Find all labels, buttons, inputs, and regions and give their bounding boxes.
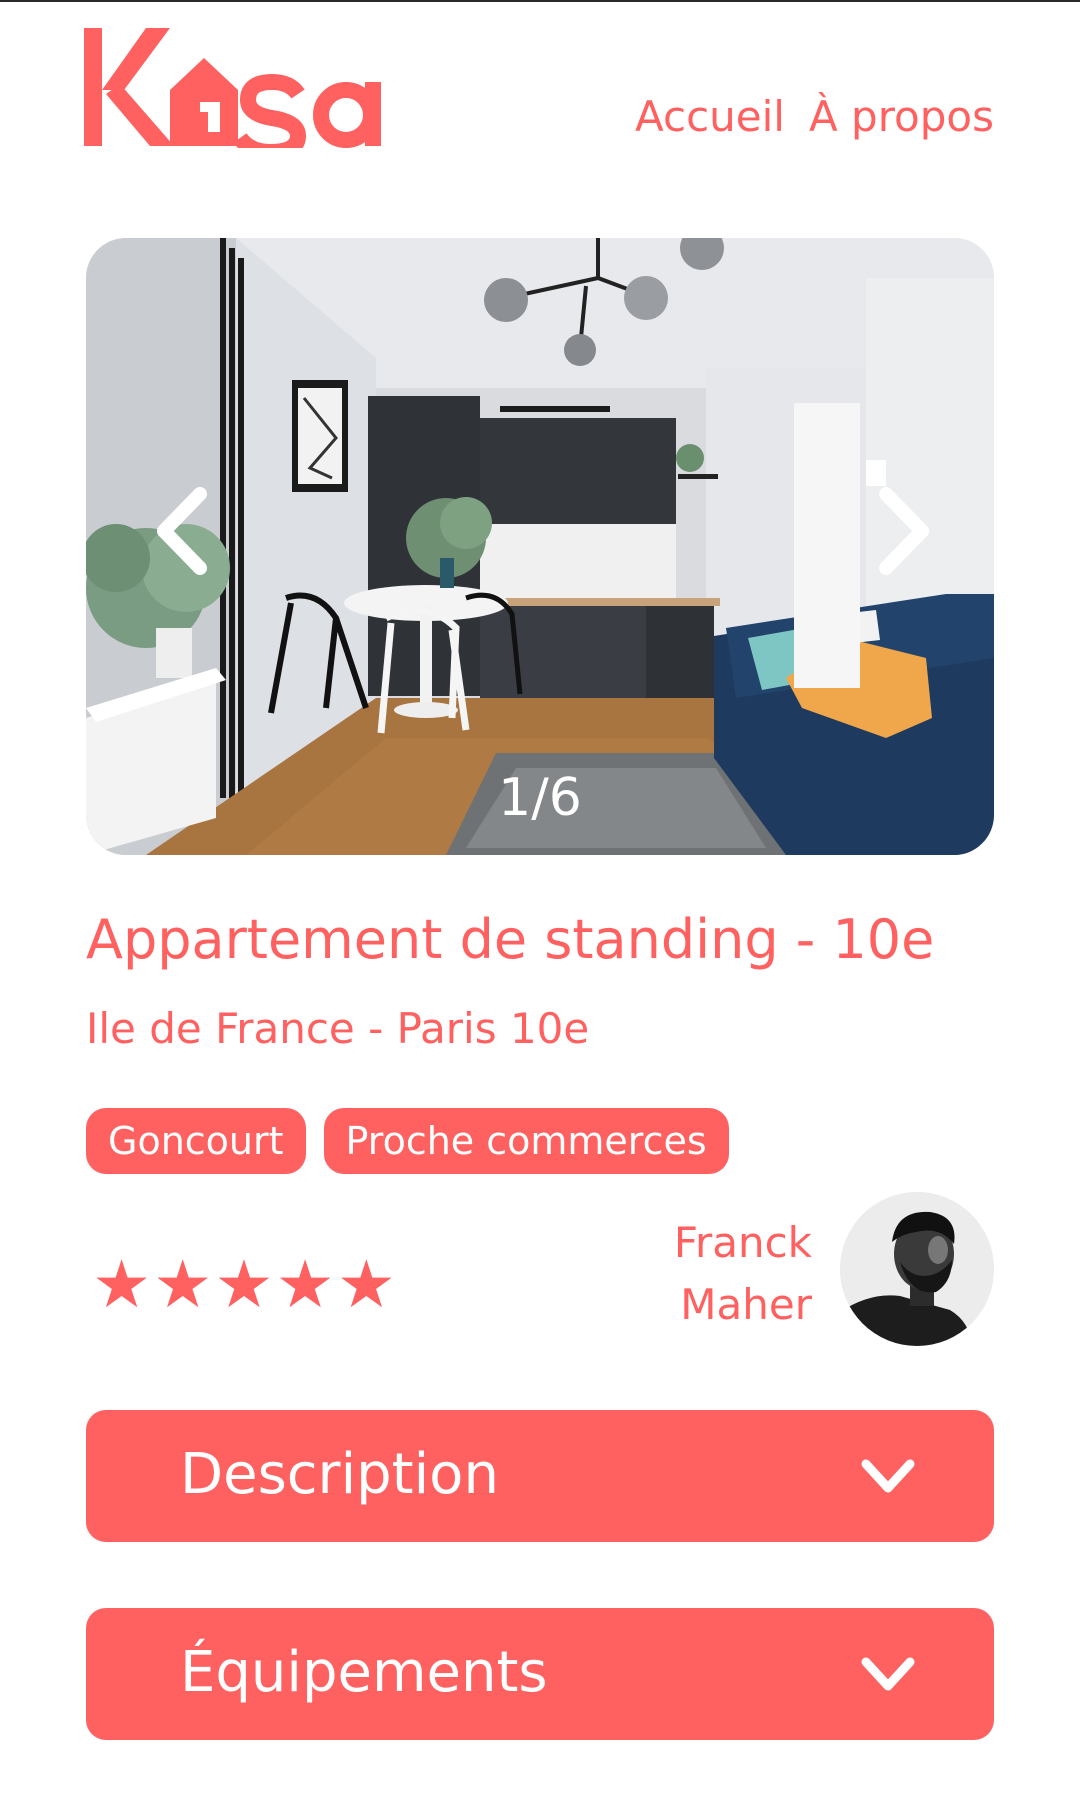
carousel-next-button[interactable] [874,486,934,576]
apartment-photo [86,238,994,855]
top-border [0,0,1080,2]
collapse-description[interactable]: Description [86,1410,994,1542]
carousel-counter: 1/6 [498,768,582,828]
star-icon: ★ [214,1246,274,1323]
host-first-name: Franck [673,1218,812,1267]
host-name: Franck Maher [674,1212,812,1336]
tag-list: Goncourt Proche commerces [86,1108,729,1174]
kasa-logo[interactable] [84,28,444,148]
host-last-name: Maher [680,1280,812,1329]
collapse-description-label: Description [180,1442,499,1507]
rating-stars: ★ ★ ★ ★ ★ [92,1252,396,1318]
nav-link-a-propos[interactable]: À propos [809,92,994,141]
chevron-right-icon [879,487,929,575]
carousel-prev-button[interactable] [152,486,212,576]
listing-title: Appartement de standing - 10e [86,908,935,971]
chevron-down-icon [860,1654,916,1694]
kasa-logo-graphic [84,28,381,148]
star-icon: ★ [275,1246,335,1323]
main-nav: Accueil À propos [635,92,994,141]
tag-proche-commerces: Proche commerces [323,1108,729,1174]
star-icon: ★ [92,1246,152,1323]
star-icon: ★ [153,1246,213,1323]
listing-location: Ile de France - Paris 10e [86,1004,590,1053]
host-portrait [840,1192,994,1346]
star-icon: ★ [336,1246,396,1323]
collapse-equipements-label: Équipements [180,1640,548,1705]
chevron-left-icon [157,487,207,575]
tag-goncourt: Goncourt [86,1108,306,1174]
photo-carousel: 1/6 [86,238,994,855]
chevron-down-icon [860,1456,916,1496]
host-avatar [840,1192,994,1346]
collapse-equipements[interactable]: Équipements [86,1608,994,1740]
nav-link-accueil[interactable]: Accueil [635,92,785,141]
